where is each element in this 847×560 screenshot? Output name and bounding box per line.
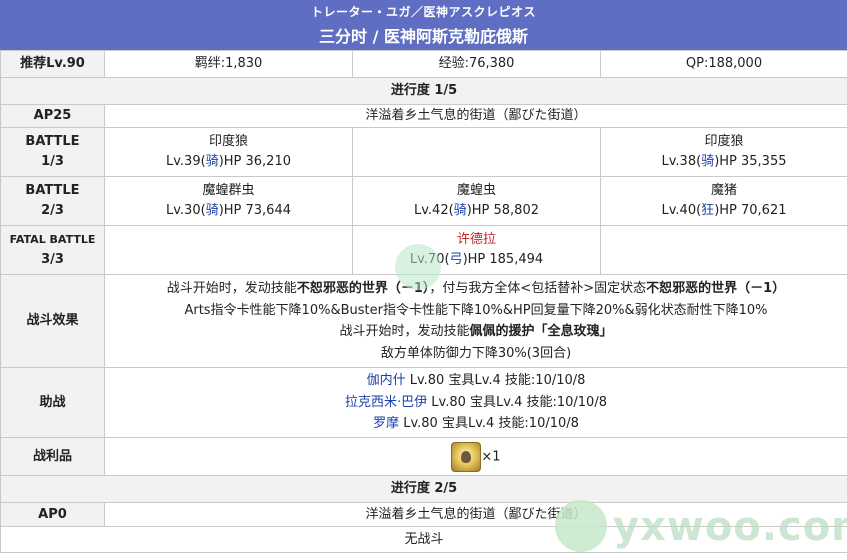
enemy-cell-empty [600, 225, 847, 275]
enemy-class[interactable]: 骑 [701, 154, 714, 169]
enemy-stats: Lv.42(骑)HP 58,802 [413, 203, 539, 218]
progress-2-header: 进行度 2/5 [0, 475, 847, 503]
enemy-class[interactable]: 骑 [454, 203, 467, 218]
enemy-stats: Lv.70(弓)HP 185,494 [409, 252, 544, 267]
support-entry: 罗摩 Lv.80 宝具Lv.4 技能:10/10/8 [373, 416, 579, 432]
servant-link[interactable]: 拉克西米·巴伊 [345, 395, 427, 410]
battle-label-bottom: 3/3 [41, 252, 64, 267]
enemy-cell-boss: 许德拉 Lv.70(弓)HP 185,494 [352, 225, 601, 275]
skill-name: 不恕邪恶的世界（－1） [646, 281, 786, 296]
location: 洋溢着乡土气息的街道（鄙びた街道） [104, 502, 847, 527]
progress-2-battle-row: 无战斗 [0, 526, 847, 553]
location: 洋溢着乡土气息的街道（鄙びた街道） [104, 104, 847, 128]
treasure-item-icon[interactable] [451, 441, 482, 472]
enemy-cell: 魔蝗虫 Lv.42(骑)HP 58,802 [352, 176, 601, 226]
enemy-stats: Lv.40(狂)HP 70,621 [661, 203, 787, 218]
enemy-stats: Lv.39(骑)HP 36,210 [165, 154, 291, 169]
boss-name[interactable]: 许德拉 [357, 230, 596, 250]
enemy-stats: Lv.30(骑)HP 73,644 [165, 203, 291, 218]
support-entry: 伽内什 Lv.80 宝具Lv.4 技能:10/10/8 [366, 373, 586, 389]
support-row: 助战 伽内什 Lv.80 宝具Lv.4 技能:10/10/8 拉克西米·巴伊 L… [0, 367, 847, 438]
enemy-cell-empty [104, 225, 353, 275]
battle-label: FATAL BATTLE 3/3 [0, 225, 105, 275]
quest-title-cn: 三分时 / 医神阿斯克勒庇俄斯 [319, 27, 528, 46]
support-entry: 拉克西米·巴伊 Lv.80 宝具Lv.4 技能:10/10/8 [345, 394, 607, 410]
support-label: 助战 [0, 367, 105, 438]
enemy-cell: 魔猪 Lv.40(狂)HP 70,621 [600, 176, 847, 226]
enemy-name: 魔猪 [710, 183, 737, 198]
info-row: 推荐Lv.90 羁绊:1,830 经验:76,380 QP:188,000 [0, 50, 847, 78]
drops-label: 战利品 [0, 437, 105, 476]
battle-label-top: BATTLE [25, 134, 80, 149]
skill-name: 不恕邪恶的世界（－1） [296, 281, 430, 296]
drops-content: ×1 [104, 437, 847, 476]
enemy-cell-empty [352, 127, 601, 177]
effects-content: 战斗开始时，发动技能不恕邪恶的世界（－1），付与我方全体<包括替补>固定状态不恕… [104, 274, 847, 368]
effects-row: 战斗效果 战斗开始时，发动技能不恕邪恶的世界（－1），付与我方全体<包括替补>固… [0, 274, 847, 368]
quest-table: 推荐Lv.90 羁绊:1,830 经验:76,380 QP:188,000 进行… [0, 50, 847, 553]
enemy-name: 魔蝗虫 [456, 183, 496, 198]
enemy-cell: 魔蝗群虫 Lv.30(骑)HP 73,644 [104, 176, 353, 226]
quest-title-jp: トレーター・ユガ／医神アスクレピオス [310, 5, 536, 19]
servant-link[interactable]: 罗摩 [373, 416, 399, 431]
progress-2-ap-row: AP0 洋溢着乡土气息的街道（鄙びた街道） [0, 502, 847, 527]
battle-row-2: BATTLE 2/3 魔蝗群虫 Lv.30(骑)HP 73,644 魔蝗虫 Lv… [0, 176, 847, 226]
battle-row-1: BATTLE 1/3 印度狼 Lv.39(骑)HP 36,210 印度狼 Lv.… [0, 127, 847, 177]
enemy-class[interactable]: 骑 [206, 154, 219, 169]
ap-cost: AP25 [0, 104, 105, 128]
enemy-cell: 印度狼 Lv.39(骑)HP 36,210 [104, 127, 353, 177]
battle-label-bottom: 2/3 [41, 203, 64, 218]
enemy-cell: 印度狼 Lv.38(骑)HP 35,355 [600, 127, 847, 177]
skill-name: 佩佩的援护「全息玫瑰」 [469, 324, 613, 339]
progress-2-title: 进行度 2/5 [0, 475, 847, 503]
battle-label: BATTLE 2/3 [0, 176, 105, 226]
support-list: 伽内什 Lv.80 宝具Lv.4 技能:10/10/8 拉克西米·巴伊 Lv.8… [104, 367, 847, 438]
effect-line-2: Arts指令卡性能下降10%&Buster指令卡性能下降10%&HP回复量下降2… [184, 302, 768, 318]
no-battle-text: 无战斗 [0, 526, 847, 553]
battle-label-top: FATAL BATTLE [9, 233, 96, 246]
effect-line-1: 战斗开始时，发动技能不恕邪恶的世界（－1），付与我方全体<包括替补>固定状态不恕… [166, 281, 786, 296]
progress-1-title: 进行度 1/5 [0, 77, 847, 105]
drops-row: 战利品 ×1 [0, 437, 847, 476]
exp-reward: 经验:76,380 [352, 50, 601, 78]
effects-label: 战斗效果 [0, 274, 105, 368]
enemy-class[interactable]: 弓 [450, 252, 463, 267]
enemy-class[interactable]: 狂 [701, 203, 714, 218]
enemy-name: 印度狼 [208, 134, 248, 149]
enemy-class[interactable]: 骑 [206, 203, 219, 218]
progress-1-header: 进行度 1/5 [0, 77, 847, 105]
enemy-stats: Lv.38(骑)HP 35,355 [661, 154, 787, 169]
battle-label-bottom: 1/3 [41, 154, 64, 169]
qp-reward: QP:188,000 [600, 50, 847, 78]
quest-header: トレーター・ユガ／医神アスクレピオス 三分时 / 医神阿斯克勒庇俄斯 [0, 0, 847, 50]
effect-line-3: 战斗开始时，发动技能佩佩的援护「全息玫瑰」 [339, 324, 613, 339]
battle-row-3: FATAL BATTLE 3/3 许德拉 Lv.70(弓)HP 185,494 [0, 225, 847, 275]
battle-label: BATTLE 1/3 [0, 127, 105, 177]
bond-reward: 羁绊:1,830 [104, 50, 353, 78]
ap-cost: AP0 [0, 502, 105, 527]
progress-1-ap-row: AP25 洋溢着乡土气息的街道（鄙びた街道） [0, 104, 847, 128]
recommended-level: 推荐Lv.90 [0, 50, 105, 78]
enemy-name: 魔蝗群虫 [202, 183, 255, 198]
enemy-name: 印度狼 [704, 134, 744, 149]
battle-label-top: BATTLE [25, 183, 80, 198]
servant-link[interactable]: 伽内什 [367, 373, 406, 388]
drop-count: ×1 [481, 449, 501, 464]
effect-line-4: 敌方单体防御力下降30%(3回合) [380, 345, 572, 361]
